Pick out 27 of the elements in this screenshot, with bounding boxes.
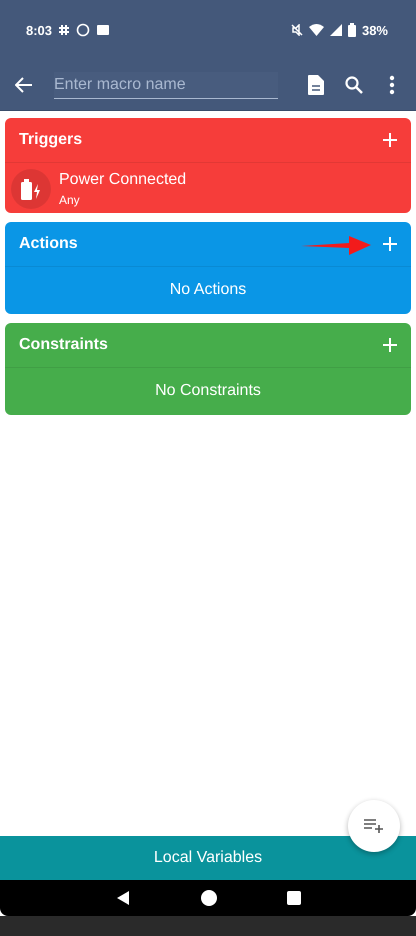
hash-icon bbox=[58, 24, 70, 36]
back-nav-icon[interactable] bbox=[115, 890, 131, 906]
more-icon[interactable] bbox=[389, 75, 395, 95]
macro-name-field[interactable]: Enter macro name bbox=[54, 72, 278, 98]
add-list-button[interactable] bbox=[348, 800, 400, 852]
back-arrow-icon[interactable] bbox=[15, 77, 33, 93]
empty-message: No Constraints bbox=[154, 381, 262, 401]
battery-percent: 38% bbox=[362, 22, 388, 38]
wifi-icon bbox=[308, 24, 324, 36]
section-title: Constraints bbox=[19, 336, 109, 354]
clock-time: 8:03 bbox=[26, 22, 52, 38]
home-nav-icon[interactable] bbox=[201, 890, 217, 906]
empty-message: No Actions bbox=[168, 280, 248, 300]
local-variables-label[interactable]: Local Variables bbox=[154, 849, 262, 867]
add-icon[interactable] bbox=[383, 338, 397, 352]
trigger-subtitle: Any bbox=[59, 193, 81, 207]
signal-icon bbox=[330, 24, 342, 36]
section-title: Actions bbox=[19, 235, 79, 253]
section-title: Triggers bbox=[19, 131, 84, 149]
add-icon[interactable] bbox=[383, 133, 397, 147]
trigger-title[interactable]: Power Connected bbox=[59, 171, 186, 189]
add-icon[interactable] bbox=[383, 237, 397, 251]
chat-icon bbox=[76, 23, 90, 37]
mute-icon bbox=[290, 24, 303, 36]
playlist-add-icon bbox=[364, 818, 384, 834]
battery-icon bbox=[348, 23, 356, 37]
battery-charging-icon bbox=[11, 169, 51, 209]
